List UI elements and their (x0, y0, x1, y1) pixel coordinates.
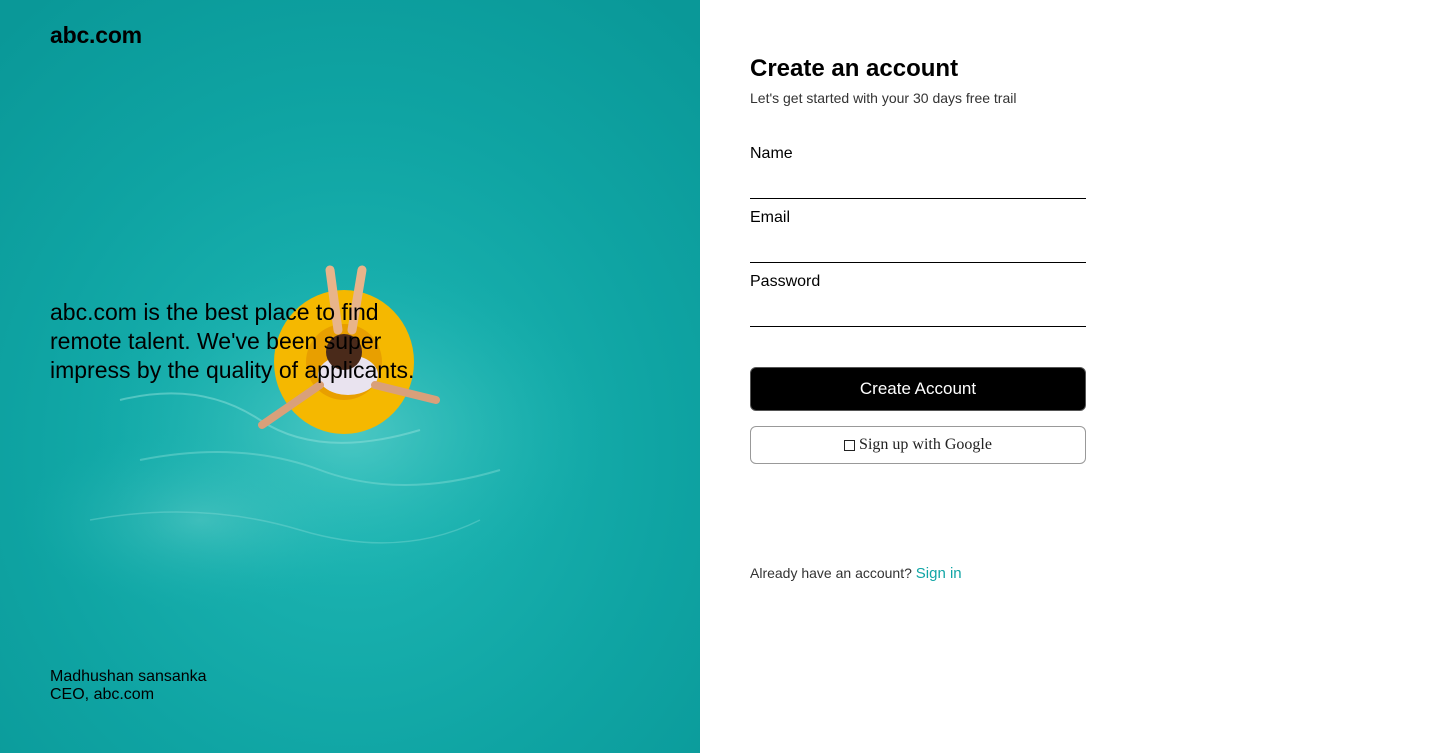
email-input[interactable] (750, 235, 1086, 263)
email-field-group: Email (750, 209, 1086, 263)
google-signup-button[interactable]: Sign up with Google (750, 426, 1086, 464)
google-icon (844, 439, 856, 451)
name-field-group: Name (750, 145, 1086, 199)
password-label: Password (750, 273, 821, 290)
testimonial-author: Madhushan sansanka CEO, abc.com (50, 668, 207, 704)
signup-panel: Create an account Let's get started with… (700, 0, 1440, 753)
google-signup-label: Sign up with Google (859, 436, 992, 453)
page-title: Create an account (750, 55, 959, 82)
signin-prompt-text: Already have an account? (750, 565, 912, 581)
email-label: Email (750, 209, 791, 226)
name-label: Name (750, 145, 793, 162)
signin-prompt: Already have an account? Sign in (750, 565, 962, 582)
page-subtitle: Let's get started with your 30 days free… (750, 90, 1017, 106)
password-field-group: Password (750, 273, 1086, 327)
password-input[interactable] (750, 299, 1086, 327)
testimonial-quote: abc.com is the best place to find remote… (50, 299, 415, 383)
author-name: Madhushan sansanka (50, 668, 207, 685)
author-title: CEO, abc.com (50, 686, 155, 703)
hero-panel: abc.com abc.com is the best place to fin… (0, 0, 700, 753)
name-input[interactable] (750, 171, 1086, 199)
create-account-button[interactable]: Create Account (750, 367, 1086, 411)
brand-logo[interactable]: abc.com (50, 22, 142, 49)
signin-link[interactable]: Sign in (916, 565, 962, 582)
